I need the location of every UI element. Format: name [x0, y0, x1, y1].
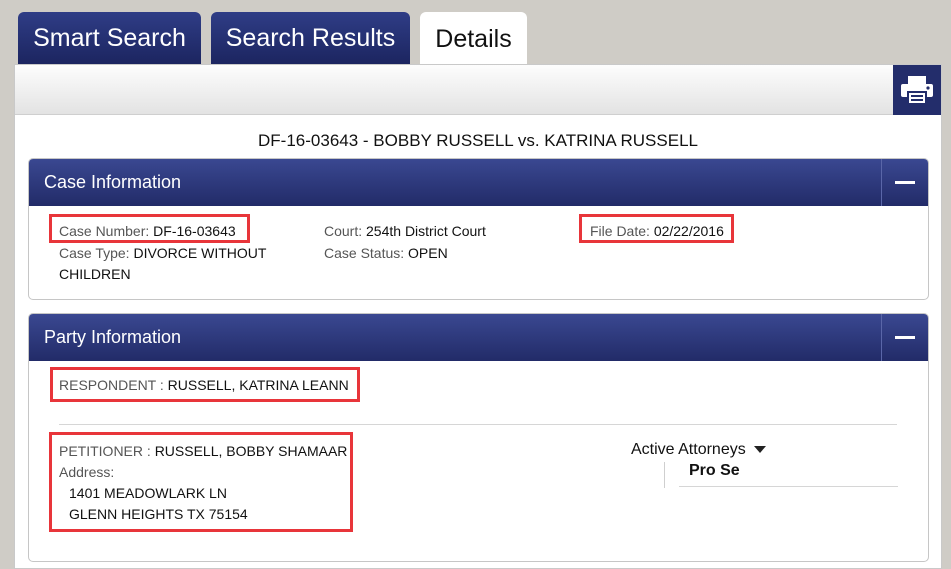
case-type-label: Case Type: [59, 245, 130, 261]
petitioner-highlight [49, 432, 353, 532]
case-number-highlight [49, 214, 250, 243]
attorney-name[interactable]: Pro Se [689, 462, 740, 480]
minus-icon [895, 336, 915, 339]
details-panel: DF-16-03643 - BOBBY RUSSELL vs. KATRINA … [14, 64, 942, 569]
case-type-value-line2: CHILDREN [59, 266, 131, 282]
tab-search-results[interactable]: Search Results [211, 12, 410, 64]
party-information-title: Party Information [44, 327, 182, 347]
toolbar [15, 65, 941, 115]
caret-down-icon [753, 446, 766, 454]
print-button[interactable] [893, 65, 941, 115]
case-status-field: Case Status: OPEN [324, 243, 448, 264]
party-information-header: Party Information [29, 314, 928, 361]
attorney-divider [679, 486, 898, 487]
party-divider [59, 424, 897, 425]
tab-details[interactable]: Details [420, 12, 527, 66]
attorney-list: Pro Se [664, 462, 898, 488]
court-value: 254th District Court [366, 223, 486, 239]
collapse-party-information-button[interactable] [881, 314, 928, 361]
case-information-title: Case Information [44, 172, 182, 192]
party-information-section: Party Information RESPONDENT : RUSSELL, … [28, 313, 929, 562]
active-attorneys-label: Active Attorneys [631, 441, 746, 458]
court-label: Court: [324, 223, 363, 239]
file-date-highlight [579, 214, 734, 243]
active-attorneys-toggle[interactable]: Active Attorneys [631, 439, 766, 460]
tab-smart-search-label: Smart Search [33, 23, 186, 52]
case-type-field: Case Type: DIVORCE WITHOUT CHILDREN [59, 243, 266, 285]
tab-details-label: Details [435, 24, 512, 53]
court-field: Court: 254th District Court [324, 221, 486, 242]
tab-search-results-label: Search Results [225, 23, 396, 52]
case-status-label: Case Status: [324, 245, 405, 261]
case-type-value-line1: DIVORCE WITHOUT [133, 245, 267, 261]
collapse-case-information-button[interactable] [881, 159, 928, 206]
print-icon [901, 76, 933, 105]
case-title: DF-16-03643 - BOBBY RUSSELL vs. KATRINA … [258, 131, 698, 150]
minus-icon [895, 181, 915, 184]
case-information-section: Case Information Case Number: DF-16-0364… [28, 158, 929, 300]
case-status-value: OPEN [408, 245, 448, 261]
respondent-highlight [50, 367, 360, 402]
tab-smart-search[interactable]: Smart Search [18, 12, 201, 64]
case-information-header: Case Information [29, 159, 928, 206]
